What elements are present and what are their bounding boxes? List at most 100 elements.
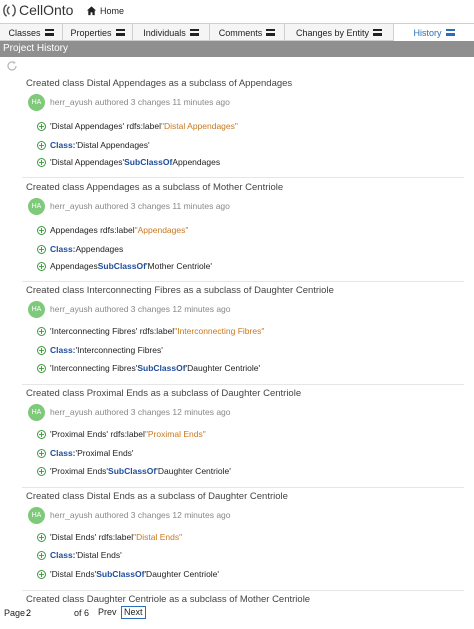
menu-icon[interactable] xyxy=(266,29,276,36)
top-bar: CellOnto Home xyxy=(0,0,474,22)
change-subject: 'Proximal Ends' rdfs:label xyxy=(50,429,145,439)
change-item: + 'Distal Ends' SubClassOf 'Daughter Cen… xyxy=(37,568,219,580)
change-object: 'Distal Ends' xyxy=(75,550,122,560)
author-row: HA herr_ayush authored 3 changes 11 minu… xyxy=(28,93,230,111)
page-number-input[interactable] xyxy=(26,606,66,620)
change-subject: 'Distal Appendages' rdfs:label xyxy=(50,121,161,131)
add-icon: + xyxy=(37,448,46,458)
change-literal: "Distal Ends" xyxy=(133,532,183,542)
tab-bar: Classes Properties Individuals Comments … xyxy=(0,23,474,41)
change-item: + Class: 'Distal Ends' xyxy=(37,549,122,561)
author-text: herr_ayush authored 3 changes 12 minutes… xyxy=(50,304,231,314)
change-literal: "Distal Appendages" xyxy=(160,121,238,131)
next-button[interactable]: Next xyxy=(121,606,146,619)
entry-title: Created class Appendages as a subclass o… xyxy=(26,182,284,193)
tab-properties[interactable]: Properties xyxy=(63,24,133,41)
menu-icon[interactable] xyxy=(373,29,383,36)
entry-title: Created class Distal Appendages as a sub… xyxy=(26,78,293,89)
author-row: HA herr_ayush authored 3 changes 11 minu… xyxy=(28,197,230,215)
entry-title: Created class Distal Ends as a subclass … xyxy=(26,491,288,502)
tab-label: Individuals xyxy=(143,27,186,38)
tab-label: Classes xyxy=(8,27,41,38)
add-icon: + xyxy=(37,326,46,336)
home-link[interactable]: Home xyxy=(86,5,124,16)
menu-icon[interactable] xyxy=(44,29,54,36)
change-object: 'Daughter Centriole' xyxy=(185,363,261,373)
add-icon: + xyxy=(37,569,46,579)
add-icon: + xyxy=(37,345,46,355)
add-icon: + xyxy=(37,157,46,167)
change-object: Appendages xyxy=(75,244,124,254)
cellonto-logo-icon xyxy=(3,4,16,17)
change-subject: 'Interconnecting Fibres' rdfs:label xyxy=(50,326,175,336)
change-subject: 'Distal Ends' rdfs:label xyxy=(50,532,134,542)
add-icon: + xyxy=(37,466,46,476)
add-icon: + xyxy=(37,261,46,271)
menu-icon[interactable] xyxy=(115,29,125,36)
tab-history[interactable]: History xyxy=(394,24,474,41)
author-row: HA herr_ayush authored 3 changes 12 minu… xyxy=(28,403,231,421)
page-label: Page xyxy=(4,608,26,618)
menu-icon[interactable] xyxy=(189,29,199,36)
prev-button[interactable]: Prev xyxy=(98,607,117,617)
refresh-icon[interactable] xyxy=(6,60,18,72)
change-keyword: SubClassOf xyxy=(137,363,186,373)
change-object: 'Interconnecting Fibres' xyxy=(75,345,163,355)
add-icon: + xyxy=(37,532,46,542)
divider xyxy=(22,177,464,178)
change-item: + 'Proximal Ends' rdfs:label "Proximal E… xyxy=(37,428,206,440)
change-literal: "Proximal Ends" xyxy=(144,429,206,439)
entry-title: Created class Daughter Centriole as a su… xyxy=(26,594,311,605)
panel-title: Project History xyxy=(0,41,474,57)
tab-changes-by-entity[interactable]: Changes by Entity xyxy=(285,24,394,41)
change-object: 'Proximal Ends' xyxy=(75,448,134,458)
change-keyword: Class: xyxy=(50,140,76,150)
menu-icon[interactable] xyxy=(445,29,455,36)
change-item: + 'Interconnecting Fibres' SubClassOf 'D… xyxy=(37,362,260,374)
tab-label: Changes by Entity xyxy=(295,27,370,38)
author-text: herr_ayush authored 3 changes 12 minutes… xyxy=(50,510,231,520)
tab-label: Properties xyxy=(70,27,112,38)
change-keyword: Class: xyxy=(50,448,76,458)
change-item: + 'Interconnecting Fibres' rdfs:label "I… xyxy=(37,325,264,337)
change-item: + Appendages rdfs:label "Appendages" xyxy=(37,224,188,236)
add-icon: + xyxy=(37,121,46,131)
add-icon: + xyxy=(37,429,46,439)
change-item: + 'Distal Appendages' rdfs:label "Distal… xyxy=(37,120,238,132)
home-label: Home xyxy=(100,5,125,16)
add-icon: + xyxy=(37,225,46,235)
change-keyword: SubClassOf xyxy=(124,157,173,167)
change-keyword: SubClassOf xyxy=(108,466,157,476)
change-subject: 'Interconnecting Fibres' xyxy=(50,363,138,373)
change-keyword: Class: xyxy=(50,345,76,355)
change-item: + Appendages SubClassOf 'Mother Centriol… xyxy=(37,260,212,272)
app-title[interactable]: CellOnto xyxy=(19,2,73,18)
change-subject: 'Distal Ends' xyxy=(50,569,97,579)
change-keyword: SubClassOf xyxy=(96,569,145,579)
history-list: Created class Distal Appendages as a sub… xyxy=(0,78,474,608)
change-subject: 'Proximal Ends' xyxy=(50,466,109,476)
change-object: 'Mother Centriole' xyxy=(145,261,213,271)
tab-classes[interactable]: Classes xyxy=(0,24,63,41)
change-item: + Class: 'Interconnecting Fibres' xyxy=(37,344,163,356)
change-keyword: SubClassOf xyxy=(97,261,146,271)
change-subject: 'Distal Appendages' xyxy=(50,157,125,167)
avatar: HA xyxy=(28,197,45,215)
tab-comments[interactable]: Comments xyxy=(210,24,285,41)
author-text: herr_ayush authored 3 changes 11 minutes… xyxy=(50,97,230,107)
tab-individuals[interactable]: Individuals xyxy=(133,24,210,41)
change-item: + Class: 'Proximal Ends' xyxy=(37,447,134,459)
change-object: 'Distal Appendages' xyxy=(75,140,150,150)
change-object: 'Daughter Centriole' xyxy=(156,466,231,476)
tab-label: History xyxy=(413,27,442,38)
change-subject: Appendages xyxy=(50,261,98,271)
avatar: HA xyxy=(28,506,45,524)
change-item: + Class: Appendages xyxy=(37,243,123,255)
change-item: + 'Distal Ends' rdfs:label "Distal Ends" xyxy=(37,531,182,543)
divider xyxy=(22,487,464,488)
add-icon: + xyxy=(37,363,46,373)
avatar: HA xyxy=(28,93,45,111)
divider xyxy=(22,384,464,385)
tab-label: Comments xyxy=(218,27,263,38)
change-literal: "Interconnecting Fibres" xyxy=(174,326,265,336)
